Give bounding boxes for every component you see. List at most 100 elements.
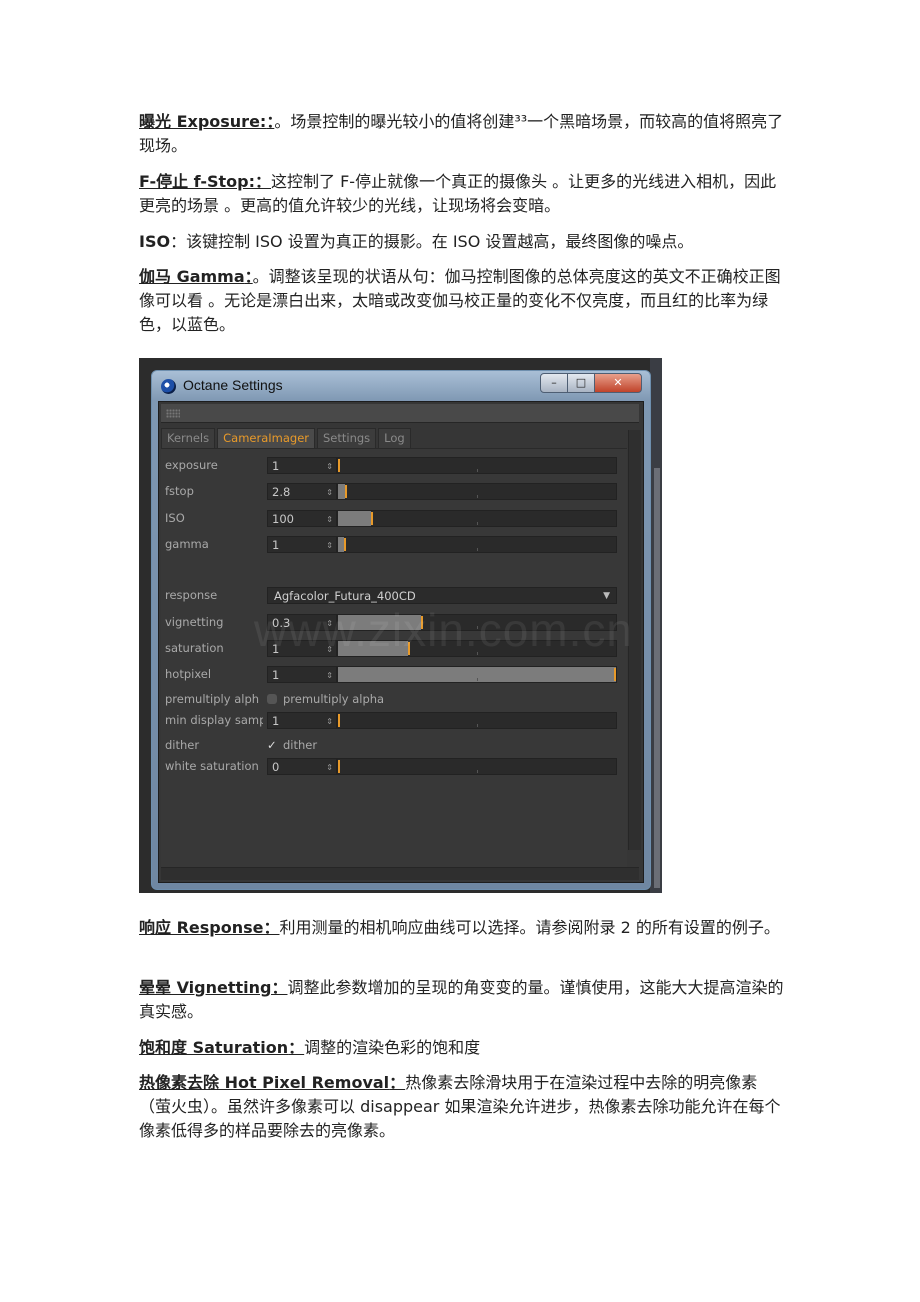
gamma-input[interactable]: 1 ⇕: [267, 536, 337, 553]
hotpixel-input[interactable]: 1 ⇕: [267, 666, 337, 683]
spinner-arrows-icon[interactable]: ⇕: [326, 537, 333, 554]
slider-fill: [338, 511, 371, 526]
saturation-slider[interactable]: [337, 640, 617, 657]
slider-center-tick: [477, 548, 478, 551]
vignetting-slider[interactable]: [337, 614, 617, 631]
paragraph-hotpixel: 热像素去除 Hot Pixel Removal：热像素去除滑块用于在渲染过程中去…: [139, 1071, 785, 1143]
gamma-label: gamma: [165, 537, 209, 551]
term-response-colon: ：: [263, 918, 280, 937]
background-strip-light: [654, 468, 660, 888]
min-display-samp-slider[interactable]: [337, 712, 617, 729]
tab-kernels[interactable]: Kernels: [161, 428, 216, 449]
slider-thumb[interactable]: [338, 760, 340, 773]
fstop-label: fstop: [165, 484, 194, 498]
premultiply-text: premultiply alpha: [283, 692, 385, 706]
text-response: 利用测量的相机响应曲线可以选择。请参阅附录 2 的所有设置的例子。: [279, 918, 780, 937]
close-button[interactable]: ✕: [594, 373, 642, 393]
white-saturation-value: 0: [272, 760, 280, 774]
slider-thumb[interactable]: [338, 459, 340, 472]
window-titlebar[interactable]: Octane Settings – □ ✕: [152, 371, 650, 401]
maximize-button[interactable]: □: [567, 373, 595, 393]
checkmark-icon: ✓: [267, 738, 277, 752]
iso-row: ISO 100 ⇕: [161, 509, 627, 529]
iso-label: ISO: [165, 511, 185, 525]
slider-thumb[interactable]: [345, 485, 347, 498]
gamma-value: 1: [272, 538, 280, 552]
text-saturation: 调整的渲染色彩的饱和度: [304, 1038, 481, 1057]
exposure-slider[interactable]: [337, 457, 617, 474]
tab-cameraimager[interactable]: CameraImager: [217, 428, 315, 449]
hotpixel-slider[interactable]: [337, 666, 617, 683]
tab-log[interactable]: Log: [378, 428, 411, 449]
spinner-arrows-icon[interactable]: ⇕: [326, 511, 333, 528]
term-saturation: 饱和度 Saturation: [139, 1038, 289, 1057]
minimize-button[interactable]: –: [540, 373, 568, 393]
spinner-arrows-icon[interactable]: ⇕: [326, 615, 333, 632]
min-display-samp-input[interactable]: 1 ⇕: [267, 712, 337, 729]
premultiply-checkbox[interactable]: premultiply alpha: [267, 692, 384, 706]
term-fstop-colon: ：: [255, 172, 272, 191]
white-saturation-slider[interactable]: [337, 758, 617, 775]
exposure-input[interactable]: 1 ⇕: [267, 457, 337, 474]
paragraph-gamma: 伽马 Gamma：。调整该呈现的状语从句：伽马控制图像的总体亮度这的英文不正确校…: [139, 265, 785, 337]
fstop-input[interactable]: 2.8 ⇕: [267, 483, 337, 500]
iso-slider[interactable]: [337, 510, 617, 527]
text-iso: 该键控制 ISO 设置为真正的摄影。在 ISO 设置越高，最终图像的噪点。: [186, 232, 694, 251]
slider-thumb[interactable]: [421, 616, 423, 629]
spinner-arrows-icon[interactable]: ⇕: [326, 759, 333, 776]
saturation-input[interactable]: 1 ⇕: [267, 640, 337, 657]
term-response: 响应 Response: [139, 918, 264, 937]
horizontal-scrollbar[interactable]: [161, 867, 639, 880]
paragraph-response: 响应 Response：利用测量的相机响应曲线可以选择。请参阅附录 2 的所有设…: [139, 916, 785, 940]
slider-thumb[interactable]: [344, 538, 346, 551]
fstop-slider[interactable]: [337, 483, 617, 500]
panel-grip[interactable]: [161, 404, 639, 423]
response-label: response: [165, 588, 218, 602]
slider-thumb[interactable]: [614, 668, 616, 681]
term-exposure: 曝光 Exposure:: [139, 112, 267, 131]
spinner-arrows-icon[interactable]: ⇕: [326, 641, 333, 658]
slider-thumb[interactable]: [371, 512, 373, 525]
fstop-value: 2.8: [272, 485, 291, 499]
spinner-arrows-icon[interactable]: ⇕: [326, 667, 333, 684]
vertical-scrollbar[interactable]: [628, 430, 641, 850]
term-iso-colon: ：: [170, 232, 187, 251]
slider-center-tick: [477, 724, 478, 727]
iso-input[interactable]: 100 ⇕: [267, 510, 337, 527]
slider-fill: [338, 615, 421, 630]
response-row: response Agfacolor_Futura_400CD ▼: [161, 586, 627, 606]
min-display-samp-row: min display samp 1 ⇕: [161, 711, 627, 731]
white-saturation-label: white saturation: [165, 759, 259, 773]
slider-center-tick: [477, 652, 478, 655]
tab-settings[interactable]: Settings: [317, 428, 377, 449]
spinner-arrows-icon[interactable]: ⇕: [326, 458, 333, 475]
slider-center-tick: [477, 678, 478, 681]
cameraimager-panel: exposure 1 ⇕ fstop 2.8 ⇕ ISO 100 ⇕ gamma 1 ⇕ vignett…: [161, 448, 627, 869]
white-saturation-row: white saturation 0 ⇕: [161, 757, 627, 777]
saturation-row: saturation 1 ⇕: [161, 639, 627, 659]
spinner-arrows-icon[interactable]: ⇕: [326, 484, 333, 501]
term-gamma-colon: ：: [244, 267, 253, 286]
gamma-slider[interactable]: [337, 536, 617, 553]
slider-center-tick: [477, 770, 478, 773]
term-vignetting: 晕晕 Vignetting: [139, 978, 272, 997]
hotpixel-row: hotpixel 1 ⇕: [161, 665, 627, 685]
premultiply-row: premultiply alph premultiply alpha: [161, 690, 627, 710]
vignetting-input[interactable]: 0.3 ⇕: [267, 614, 337, 631]
slider-thumb[interactable]: [408, 642, 410, 655]
dither-checkbox[interactable]: ✓ dither: [267, 738, 317, 752]
octane-settings-window: Octane Settings – □ ✕ Kernels CameraImag…: [151, 370, 651, 890]
term-fstop: F-停止 f-Stop:: [139, 172, 255, 191]
dither-text: dither: [283, 738, 318, 752]
response-dropdown[interactable]: Agfacolor_Futura_400CD ▼: [267, 587, 617, 604]
min-display-samp-label: min display samp: [165, 713, 263, 727]
slider-thumb[interactable]: [338, 714, 340, 727]
white-saturation-input[interactable]: 0 ⇕: [267, 758, 337, 775]
vignetting-row: vignetting 0.3 ⇕: [161, 613, 627, 633]
hotpixel-value: 1: [272, 668, 280, 682]
spinner-arrows-icon[interactable]: ⇕: [326, 713, 333, 730]
hotpixel-label: hotpixel: [165, 667, 212, 681]
saturation-label: saturation: [165, 641, 224, 655]
slider-center-tick: [477, 469, 478, 472]
exposure-value: 1: [272, 459, 280, 473]
